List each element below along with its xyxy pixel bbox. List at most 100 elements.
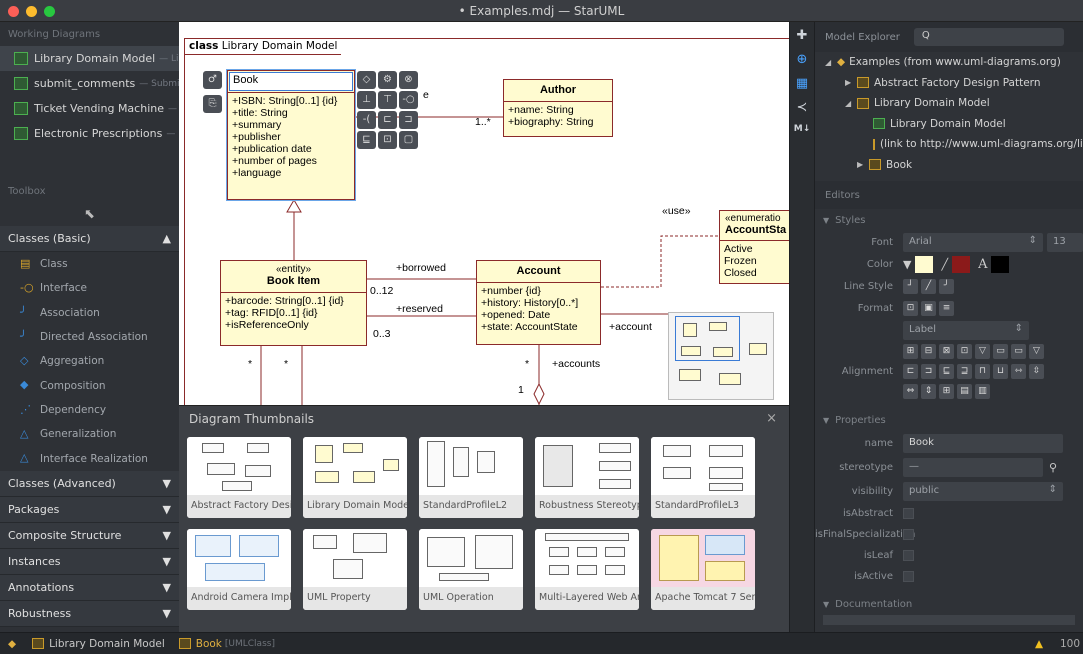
rectilinear-line-button[interactable]: ┘	[903, 278, 918, 294]
model-search-input[interactable]: Q	[913, 28, 1064, 46]
search-icon[interactable]: ⚲	[1049, 461, 1057, 474]
visibility-select[interactable]: public ⇕	[903, 481, 1063, 501]
align-middle-icon[interactable]: ⊓	[975, 363, 990, 379]
diagram-minimap[interactable]	[668, 312, 774, 400]
rounded-line-button[interactable]: ╯	[939, 278, 954, 294]
add-interface-button[interactable]: -○	[399, 91, 418, 109]
line-color-swatch[interactable]	[952, 255, 971, 273]
documentation-textarea[interactable]	[823, 615, 1075, 625]
tool-interface-realization[interactable]: △ Interface Realization	[0, 446, 179, 470]
add-stereotype-button[interactable]: ♂	[203, 71, 222, 89]
align-icon[interactable]: ▭	[993, 343, 1008, 359]
font-family-select[interactable]: Arial ⇕	[903, 232, 1043, 252]
auto-resize-button[interactable]: ⊡	[903, 300, 918, 316]
diagram-thumbnail[interactable]: Android Camera Imple	[187, 529, 291, 610]
use-dependency[interactable]	[601, 235, 719, 288]
toolbox-group[interactable]: Robustness ▼	[0, 600, 179, 627]
tool-dependency[interactable]: ⋰ Dependency	[0, 398, 179, 422]
suppress-attributes-button[interactable]: ⚙	[378, 71, 397, 89]
tool-directed-association[interactable]: ╯ Directed Association	[0, 325, 179, 349]
status-element[interactable]: Book [UMLClass]	[178, 638, 275, 650]
font-color-icon[interactable]: A	[978, 257, 987, 272]
add-composition-button[interactable]: ⊑	[357, 131, 376, 149]
documentation-section-header[interactable]: ▼ Documentation	[815, 593, 1083, 615]
add-subclass-button[interactable]: ⊥	[357, 91, 376, 109]
align-icon[interactable]: ▽	[1029, 343, 1044, 359]
tree-node[interactable]: ◢ ◆ Examples (from www.uml-diagrams.org)	[815, 52, 1083, 73]
space-v-icon[interactable]: ⇳	[1029, 363, 1044, 379]
tree-node[interactable]: Library Domain Model	[815, 114, 1083, 135]
oblique-line-button[interactable]: ╱	[921, 278, 936, 294]
fill-color-swatch[interactable]	[915, 255, 934, 273]
styles-section-header[interactable]: ▼ Styles	[815, 209, 1083, 231]
diagram-thumbnail[interactable]: UML Operation	[419, 529, 523, 610]
author-class[interactable]: Author +name: String +biography: String	[503, 79, 613, 137]
align-icon[interactable]: ⊡	[957, 343, 972, 359]
add-associated-class-button[interactable]: ⊏	[378, 111, 397, 129]
tool-association[interactable]: ╯ Association	[0, 301, 179, 325]
same-size-icon[interactable]: ⊞	[939, 383, 954, 399]
extensions-icon[interactable]: ✚	[790, 28, 814, 50]
tree-node[interactable]: ▶ Book	[815, 155, 1083, 176]
add-part-button[interactable]: ▢	[399, 131, 418, 149]
working-diagram-item[interactable]: submit_comments — Submit	[0, 71, 179, 96]
diagram-thumbnail[interactable]: Abstract Factory Design	[187, 437, 291, 518]
line-color-icon[interactable]: ╱	[941, 258, 948, 271]
send-back-icon[interactable]: ▥	[975, 383, 990, 399]
zoom-level[interactable]: 100	[1060, 638, 1080, 650]
add-aggregation-button[interactable]: ⊐	[399, 111, 418, 129]
stereotype-field[interactable]: —	[903, 457, 1043, 477]
bookitem-class[interactable]: «entity» Book Item +barcode: String[0..1]…	[220, 260, 367, 346]
align-right-icon[interactable]: ⊑	[939, 363, 954, 379]
diagram-thumbnail[interactable]: Robustness Stereotype	[535, 437, 639, 518]
diagram-canvas[interactable]: class Library Domain Model Book +ISBN: S…	[179, 22, 789, 405]
class-name-editor[interactable]: Book	[229, 72, 353, 91]
add-required-interface-button[interactable]: -(	[357, 111, 376, 129]
tool-composition[interactable]: ◆ Composition	[0, 373, 179, 397]
layout-icon[interactable]: ▦	[790, 76, 814, 98]
align-icon[interactable]: ⊠	[939, 343, 954, 359]
accountstate-enum[interactable]: «enumeratio AccountSta Active Frozen Clos…	[719, 210, 789, 284]
name-field[interactable]: Book	[903, 433, 1063, 453]
toolbox-group[interactable]: Classes (Advanced) ▼	[0, 470, 179, 497]
isactive-checkbox[interactable]	[903, 571, 914, 582]
working-diagram-item[interactable]: Electronic Prescriptions— E	[0, 121, 179, 146]
space-h-icon[interactable]: ⇿	[1011, 363, 1026, 379]
tree-node[interactable]: ▶ Abstract Factory Design Pattern	[815, 73, 1083, 94]
book-class[interactable]: Book +ISBN: String[0..1] {id} +title: St…	[227, 70, 355, 200]
align-left-icon[interactable]: ⊏	[903, 363, 918, 379]
bring-front-icon[interactable]: ▤	[957, 383, 972, 399]
diagram-thumbnail[interactable]: StandardProfileL3	[651, 437, 755, 518]
status-diagram[interactable]: Library Domain Model	[32, 638, 165, 650]
toolbox-group[interactable]: Packages ▼	[0, 496, 179, 523]
toolbox-group[interactable]: Composite Structure ▼	[0, 522, 179, 549]
diagram-thumbnail[interactable]: Multi-Layered Web Arc	[535, 529, 639, 610]
properties-section-header[interactable]: ▼ Properties	[815, 409, 1083, 431]
tool-class[interactable]: ▤ Class	[0, 252, 179, 276]
align-center-icon[interactable]: ⊐	[921, 363, 936, 379]
stereotype-display-select[interactable]: Label ⇕	[903, 320, 1029, 340]
pointer-tool[interactable]: ⬉	[0, 202, 179, 226]
align-icon[interactable]: ⊞	[903, 343, 918, 359]
align-icon[interactable]: ▭	[1011, 343, 1026, 359]
suppress-operations-button[interactable]: ⊗	[399, 71, 418, 89]
add-superclass-button[interactable]: ⊤	[378, 91, 397, 109]
align-icon[interactable]: ▽	[975, 343, 990, 359]
add-note-button[interactable]: ⎘	[203, 95, 222, 113]
tool-aggregation[interactable]: ◇ Aggregation	[0, 349, 179, 373]
tool-interface[interactable]: -○ Interface	[0, 276, 179, 300]
diagram-thumbnail[interactable]: Apache Tomcat 7 Serve	[651, 529, 755, 610]
diagram-thumbnail[interactable]: UML Property	[303, 529, 407, 610]
fill-bucket-icon[interactable]: ▼	[903, 258, 911, 271]
font-size-stepper[interactable]: 13	[1047, 232, 1083, 252]
align-icon[interactable]: ⊟	[921, 343, 936, 359]
add-port-button[interactable]: ⊡	[378, 131, 397, 149]
account-class[interactable]: Account +number {id} +history: History[0…	[476, 260, 601, 345]
diagram-thumbnail[interactable]: StandardProfileL2	[419, 437, 523, 518]
tree-node[interactable]: (link to http://www.uml-diagrams.org/lib…	[815, 134, 1083, 155]
show-shadow-button[interactable]: ▣	[921, 300, 936, 316]
markdown-icon[interactable]: M↓	[790, 124, 814, 146]
share-icon[interactable]: ≺	[790, 100, 814, 122]
same-width-icon[interactable]: ⇔	[903, 383, 918, 399]
same-height-icon[interactable]: ⇕	[921, 383, 936, 399]
